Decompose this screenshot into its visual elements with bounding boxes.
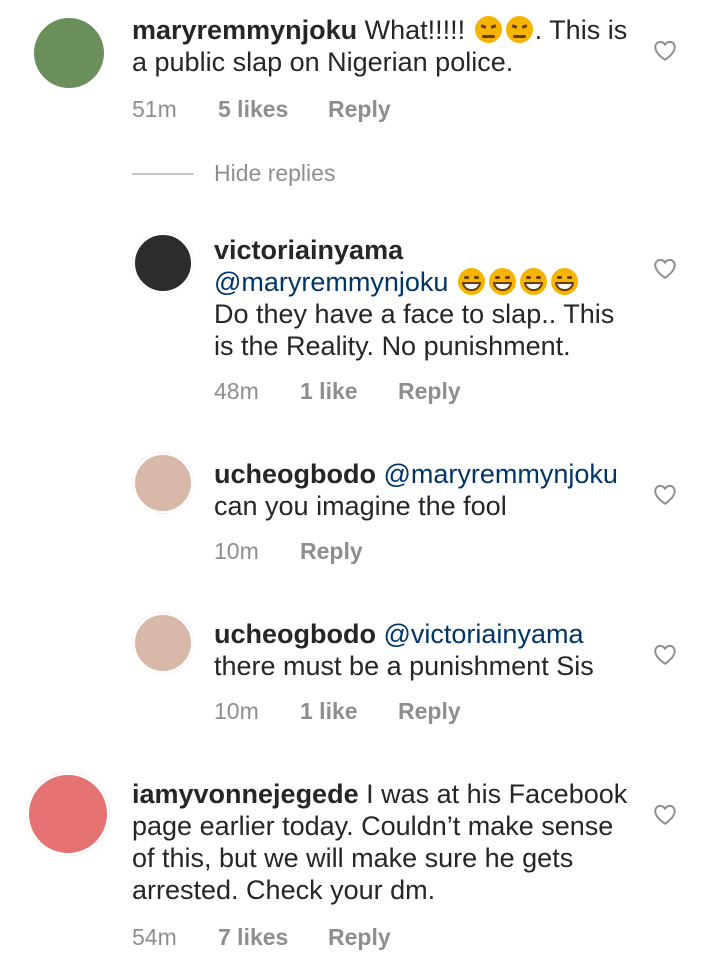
mention-link[interactable]: @maryremmynjoku — [214, 267, 448, 297]
comment-meta: 54m 7 likes Reply — [132, 924, 391, 951]
comment-text: victoriainyama @maryremmynjoku Do they h… — [214, 234, 634, 362]
comment-meta: 51m 5 likes Reply — [132, 96, 391, 123]
reply-ucheogbodo-1: ucheogbodo @maryremmynjoku can you imagi… — [0, 452, 720, 572]
mention-link[interactable]: @victoriainyama — [384, 619, 584, 649]
comment-body: Do they have a face to slap.. This is th… — [214, 299, 615, 361]
avatar[interactable] — [132, 612, 194, 674]
avatar[interactable] — [34, 18, 104, 88]
comment-text: ucheogbodo @maryremmynjoku can you imagi… — [214, 458, 634, 522]
comment-username[interactable]: ucheogbodo — [214, 459, 376, 489]
mention-link[interactable]: @maryremmynjoku — [384, 459, 618, 489]
comment-text: ucheogbodo @victoriainyama there must be… — [214, 618, 634, 682]
reply-button[interactable]: Reply — [328, 924, 391, 951]
grinning-face-emoji — [488, 268, 516, 295]
reply-ucheogbodo-2: ucheogbodo @victoriainyama there must be… — [0, 612, 720, 732]
angry-face-emoji — [505, 16, 533, 43]
comment-time: 10m — [214, 538, 259, 564]
comment-body: page earlier today. Couldn’t make sense — [132, 811, 614, 841]
comment-meta: 48m 1 like Reply — [214, 378, 461, 405]
comment-username[interactable]: ucheogbodo — [214, 619, 376, 649]
comment-text: maryremmynjoku What!!!!! . This is a pub… — [132, 14, 632, 78]
heart-outline-icon[interactable] — [652, 802, 678, 826]
hide-replies-button[interactable]: Hide replies — [132, 160, 335, 187]
comment-username[interactable]: maryremmynjoku — [132, 15, 357, 45]
comment-body: arrested. Check your dm. — [132, 875, 436, 905]
comment-likes[interactable]: 1 like — [300, 698, 398, 725]
grinning-face-emoji — [550, 268, 578, 295]
comment-time: 51m — [132, 96, 177, 122]
comment-body: of this, but we will make sure he gets — [132, 843, 574, 873]
comment-text: iamyvonnejegede I was at his Facebook pa… — [132, 778, 652, 906]
comment-body: there must be a punishment Sis — [214, 651, 594, 681]
comment-body: I was at his Facebook — [366, 779, 628, 809]
avatar[interactable] — [132, 232, 194, 294]
comment-time: 54m — [132, 924, 177, 950]
divider — [132, 172, 194, 175]
comment-likes[interactable]: 1 like — [300, 378, 398, 405]
comment-username[interactable]: victoriainyama — [214, 234, 634, 266]
comment-body: What!!!!! — [364, 15, 466, 45]
avatar[interactable] — [26, 772, 110, 856]
hide-replies-label: Hide replies — [214, 160, 336, 186]
comment-likes[interactable]: 5 likes — [218, 96, 328, 123]
comment-time: 48m — [214, 378, 259, 404]
reply-button[interactable]: Reply — [300, 538, 363, 565]
reply-victoriainyama: victoriainyama @maryremmynjoku Do they h… — [0, 228, 720, 408]
comment-body: can you imagine the fool — [214, 491, 507, 521]
grinning-face-emoji — [519, 268, 547, 295]
heart-outline-icon[interactable] — [652, 642, 678, 666]
reply-button[interactable]: Reply — [328, 96, 391, 123]
heart-outline-icon[interactable] — [652, 256, 678, 280]
reply-button[interactable]: Reply — [398, 378, 461, 405]
comment-meta: 10m Reply — [214, 538, 363, 565]
comment-time: 10m — [214, 698, 259, 724]
comment-iamyvonnejegede: iamyvonnejegede I was at his Facebook pa… — [0, 772, 720, 972]
avatar[interactable] — [132, 452, 194, 514]
comment-likes[interactable]: 7 likes — [218, 924, 328, 951]
heart-outline-icon[interactable] — [652, 38, 678, 62]
comment-username[interactable]: iamyvonnejegede — [132, 779, 359, 809]
grinning-face-emoji — [457, 268, 485, 295]
comment-maryremmynjoku: maryremmynjoku What!!!!! . This is a pub… — [0, 0, 720, 130]
angry-face-emoji — [474, 16, 502, 43]
reply-button[interactable]: Reply — [398, 698, 461, 725]
heart-outline-icon[interactable] — [652, 482, 678, 506]
comment-meta: 10m 1 like Reply — [214, 698, 461, 725]
